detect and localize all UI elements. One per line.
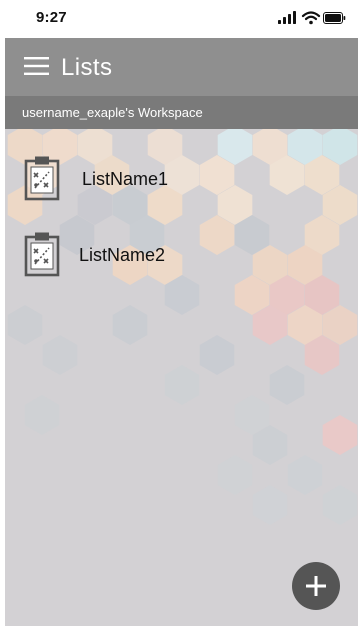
workspace-bar: username_exaple's Workspace (5, 96, 358, 129)
list-item[interactable]: ListName1 (5, 145, 358, 205)
workspace-label: username_exaple's Workspace (22, 105, 203, 120)
list-name: ListName1 (82, 169, 169, 189)
hamburger-menu-icon[interactable] (24, 56, 49, 76)
list-name: ListName2 (79, 245, 166, 265)
app-bar: Lists (5, 38, 358, 96)
status-icons-svg (278, 11, 346, 25)
wifi-icon (301, 11, 321, 25)
list-item[interactable]: ListName2 (5, 221, 358, 281)
app-screen: 9:27 Lists username_exaple's Workspace L… (0, 0, 358, 627)
clipboard-icon (23, 155, 61, 201)
clipboard-icon (23, 231, 61, 277)
status-bar: 9:27 (0, 0, 358, 38)
page-title: Lists (61, 54, 113, 81)
lists-content: ListName1 ListName2 (5, 129, 358, 626)
status-icons (278, 11, 346, 25)
battery-icon (323, 12, 346, 24)
signal-icon (278, 11, 296, 24)
plus-icon (306, 576, 326, 596)
add-list-button[interactable] (292, 562, 340, 610)
status-time: 9:27 (36, 9, 67, 26)
